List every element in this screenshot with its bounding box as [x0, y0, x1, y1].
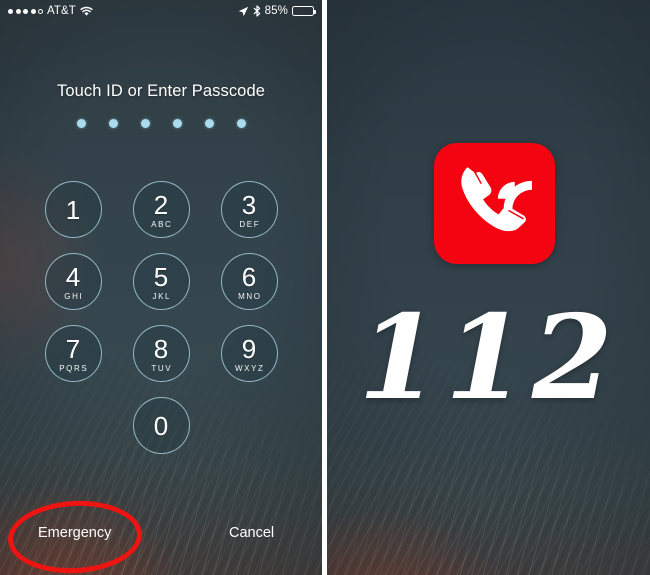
keypad-key-letters: GHI: [64, 292, 84, 301]
wallpaper-vignette: [327, 0, 650, 575]
left-phone-screen: AT&T 85% Touch ID or Enter Passcode 1 2 …: [0, 0, 322, 575]
keypad-key-2[interactable]: 2 ABC: [132, 181, 190, 238]
keypad-key-0[interactable]: 0: [132, 397, 190, 454]
signal-dot-filled: [30, 8, 36, 14]
keypad-key-letters: TUV: [151, 364, 173, 373]
cancel-button[interactable]: Cancel: [229, 525, 274, 541]
keypad-key-1[interactable]: 1: [44, 181, 102, 238]
wifi-icon: [80, 6, 93, 17]
status-bar-left: AT&T: [8, 5, 93, 17]
emergency-phone-call-icon[interactable]: [434, 143, 555, 264]
carrier-label: AT&T: [47, 5, 76, 17]
emergency-number-display: 112: [358, 290, 619, 426]
battery-icon: [292, 6, 316, 16]
keypad-key-digit: 8: [153, 334, 169, 364]
passcode-dot: [140, 119, 150, 128]
passcode-dot: [204, 119, 214, 128]
keypad-key-letters: DEF: [239, 220, 261, 229]
keypad-key-digit: 2: [153, 190, 169, 220]
lock-screen-title: Touch ID or Enter Passcode: [56, 82, 266, 100]
screenshot-root: AT&T 85% Touch ID or Enter Passcode 1 2 …: [0, 0, 650, 575]
keypad-key-letters: MNO: [238, 292, 262, 301]
status-bar-right: 85%: [238, 5, 316, 17]
bluetooth-icon: [253, 5, 261, 17]
phone-handset-waves-glyph: [460, 166, 532, 231]
keypad-key-digit: 3: [241, 190, 257, 220]
signal-dot-filled: [23, 8, 28, 14]
passcode-dot: [172, 119, 182, 128]
passcode-dot: [108, 119, 118, 128]
keypad-key-7[interactable]: 7 PQRS: [44, 325, 102, 382]
emergency-button[interactable]: Emergency: [38, 525, 111, 541]
keypad-key-6[interactable]: 6 MNO: [220, 253, 278, 310]
passcode-keypad[interactable]: 1 2 ABC 3 DEF 4 GHI 5 JKL 6 MNO 7 PQRS 8…: [0, 181, 322, 454]
signal-dot-empty: [38, 8, 43, 14]
signal-strength-dots: [8, 8, 43, 14]
right-phone-screen: 112: [327, 0, 650, 575]
location-arrow-icon: [238, 6, 249, 17]
keypad-key-digit: 5: [153, 262, 169, 292]
signal-dot-filled: [8, 8, 13, 14]
keypad-key-digit: 4: [65, 262, 81, 292]
keypad-key-8[interactable]: 8 TUV: [132, 325, 190, 382]
signal-dot-filled: [15, 8, 21, 14]
keypad-key-letters: JKL: [152, 292, 172, 301]
keypad-key-5[interactable]: 5 JKL: [132, 253, 190, 310]
keypad-key-letters: PQRS: [59, 364, 89, 373]
keypad-key-9[interactable]: 9 WXYZ: [220, 325, 278, 382]
status-bar: AT&T 85%: [0, 0, 322, 22]
keypad-key-digit: 0: [153, 410, 169, 441]
passcode-dots: [0, 119, 322, 128]
keypad-key-digit: 9: [241, 334, 257, 364]
keypad-key-letters: WXYZ: [235, 364, 265, 373]
battery-percent-label: 85%: [264, 5, 288, 17]
keypad-key-digit: 6: [241, 262, 257, 292]
keypad-key-3[interactable]: 3 DEF: [220, 181, 278, 238]
keypad-key-4[interactable]: 4 GHI: [44, 253, 102, 310]
passcode-dot: [236, 119, 246, 128]
keypad-key-digit: 7: [65, 334, 81, 364]
keypad-key-digit: 1: [65, 194, 81, 225]
keypad-key-letters: ABC: [151, 220, 173, 229]
passcode-dot: [76, 119, 86, 128]
